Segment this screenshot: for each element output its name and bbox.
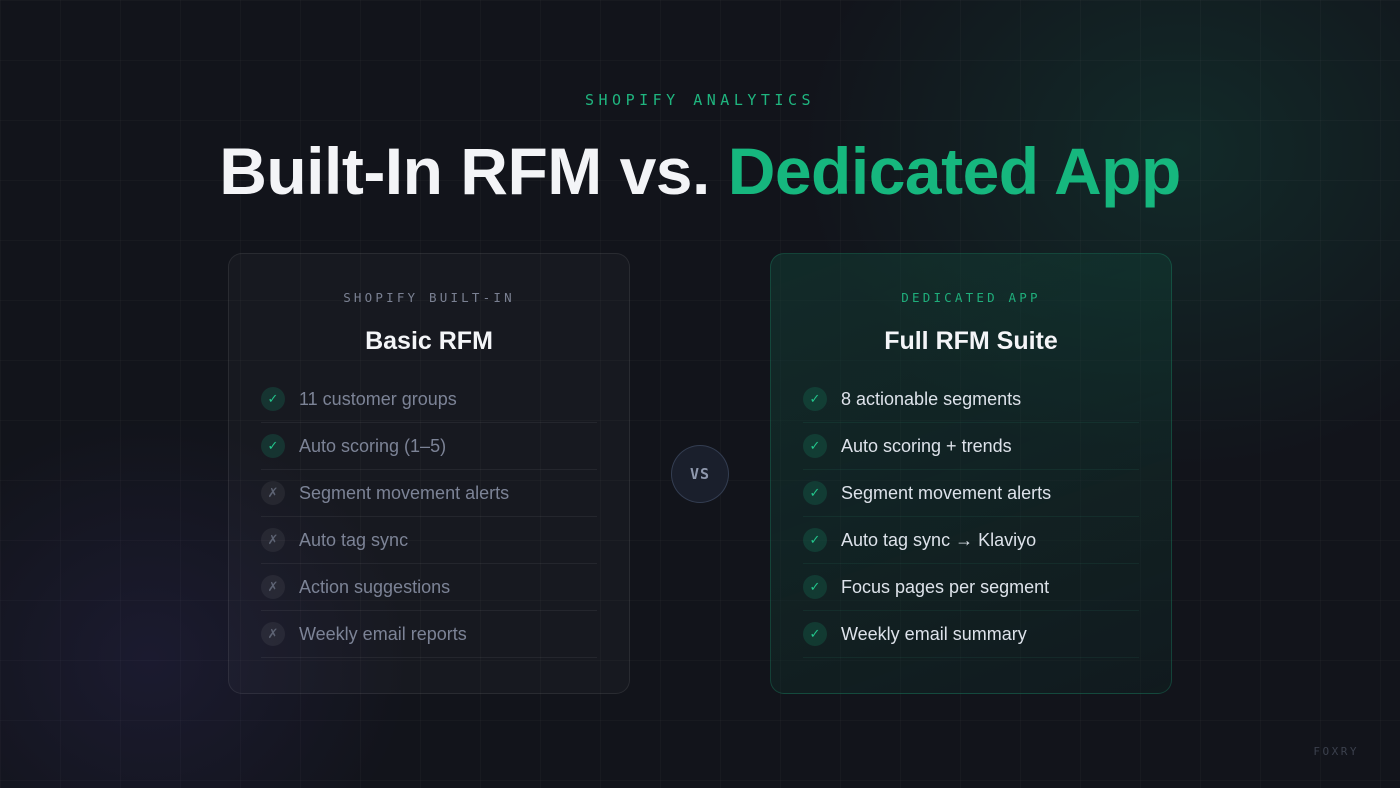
list-item: ✓ Weekly email summary — [803, 611, 1139, 658]
cross-icon: ✗ — [261, 575, 285, 599]
list-item: ✓ Auto tag sync → Klaviyo — [803, 517, 1139, 564]
slide-canvas: SHOPIFY ANALYTICS Built-In RFM vs. Dedic… — [0, 0, 1400, 788]
check-icon: ✓ — [803, 434, 827, 458]
check-icon: ✓ — [803, 575, 827, 599]
list-item: ✗ Weekly email reports — [261, 611, 597, 658]
list-item: ✓ Auto scoring (1–5) — [261, 423, 597, 470]
card-title: Basic RFM — [365, 327, 493, 355]
dedicated-app-card: DEDICATED APP Full RFM Suite ✓ 8 actiona… — [770, 253, 1172, 694]
list-item: ✓ 11 customer groups — [261, 376, 597, 423]
feature-text: Auto tag sync → Klaviyo — [841, 530, 1037, 550]
check-icon: ✓ — [803, 528, 827, 552]
feature-text: 8 actionable segments — [841, 389, 1022, 409]
check-icon: ✓ — [803, 387, 827, 411]
builtin-card: SHOPIFY BUILT-IN Basic RFM ✓ 11 customer… — [228, 253, 630, 694]
feature-list: ✓ 8 actionable segments ✓ Auto scoring +… — [803, 376, 1139, 658]
cross-icon: ✗ — [261, 528, 285, 552]
title-part-builtin: Built-In RFM vs. — [219, 134, 710, 208]
check-icon: ✓ — [261, 434, 285, 458]
list-item: ✗ Action suggestions — [261, 564, 597, 611]
list-item: ✓ Focus pages per segment — [803, 564, 1139, 611]
feature-text: Segment movement alerts — [299, 483, 510, 503]
feature-text: Auto scoring + trends — [841, 436, 1012, 456]
feature-text: Weekly email reports — [299, 624, 467, 644]
list-item: ✗ Auto tag sync — [261, 517, 597, 564]
check-icon: ✓ — [803, 622, 827, 646]
list-item: ✓ Segment movement alerts — [803, 470, 1139, 517]
list-item: ✗ Segment movement alerts — [261, 470, 597, 517]
eyebrow-label: SHOPIFY ANALYTICS — [584, 91, 816, 109]
feature-text: Action suggestions — [299, 577, 451, 597]
page-title: Built-In RFM vs. Dedicated App — [0, 134, 1400, 208]
feature-text: Weekly email summary — [841, 624, 1027, 644]
list-item: ✓ Auto scoring + trends — [803, 423, 1139, 470]
card-label: DEDICATED APP — [901, 290, 1041, 305]
card-title: Full RFM Suite — [884, 327, 1058, 355]
check-icon: ✓ — [261, 387, 285, 411]
list-item: ✓ 8 actionable segments — [803, 376, 1139, 423]
feature-list: ✓ 11 customer groups ✓ Auto scoring (1–5… — [261, 376, 597, 658]
brand-logo: FOXRY — [1313, 745, 1359, 758]
background-grid — [0, 0, 1400, 788]
feature-text: Auto scoring (1–5) — [299, 436, 447, 456]
feature-text: Auto tag sync — [299, 530, 409, 550]
card-label: SHOPIFY BUILT-IN — [343, 290, 515, 305]
feature-text: Segment movement alerts — [841, 483, 1052, 503]
check-icon: ✓ — [803, 481, 827, 505]
vs-badge: VS — [671, 445, 729, 503]
cross-icon: ✗ — [261, 481, 285, 505]
feature-text: 11 customer groups — [299, 389, 457, 409]
cross-icon: ✗ — [261, 622, 285, 646]
title-part-dedicated: Dedicated App — [727, 134, 1182, 208]
feature-text: Focus pages per segment — [841, 577, 1050, 597]
